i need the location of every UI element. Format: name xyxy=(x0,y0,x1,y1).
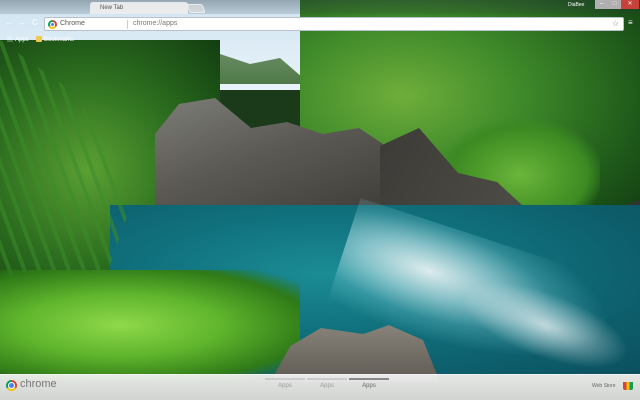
apps-grid-icon xyxy=(7,36,13,42)
forward-arrow-icon: → xyxy=(18,18,26,27)
address-bar[interactable]: Chrome chrome://apps ☆ xyxy=(44,17,624,31)
page-tab-1[interactable]: Apps xyxy=(265,383,305,389)
menu-button[interactable]: ≡ xyxy=(628,18,633,27)
chrome-logo-icon xyxy=(6,380,17,391)
bookmark-folder[interactable]: Bookmarks xyxy=(36,36,74,43)
page-indicator-1[interactable] xyxy=(265,378,305,380)
page-indicator-3[interactable] xyxy=(349,378,389,380)
reload-button[interactable]: C xyxy=(30,18,40,28)
address-scheme-label: Chrome xyxy=(60,20,85,27)
web-store-icon[interactable] xyxy=(623,382,633,390)
forward-button[interactable]: → xyxy=(17,18,27,28)
close-button[interactable]: ✕ xyxy=(621,0,639,9)
foreground-foliage xyxy=(0,270,300,380)
bookmark-star-icon[interactable]: ☆ xyxy=(612,19,619,28)
reload-icon: C xyxy=(32,18,38,27)
close-icon: ✕ xyxy=(627,1,633,7)
back-arrow-icon: ← xyxy=(5,18,13,27)
address-url-text[interactable]: chrome://apps xyxy=(133,20,177,27)
bookmark-folder-label: Bookmarks xyxy=(44,37,75,43)
back-button[interactable]: ← xyxy=(4,18,14,28)
web-store-link[interactable]: Web Store xyxy=(592,383,616,389)
new-tab-button[interactable] xyxy=(186,4,206,13)
background-wallpaper xyxy=(0,0,640,400)
address-separator xyxy=(127,20,128,29)
browser-tab[interactable]: New Tab xyxy=(90,2,188,14)
page-indicator-2[interactable] xyxy=(307,378,347,380)
maximize-button[interactable]: □ xyxy=(608,0,621,9)
page-tab-2[interactable]: Apps xyxy=(307,383,347,389)
tab-title: New Tab xyxy=(100,5,124,11)
hamburger-menu-icon: ≡ xyxy=(628,18,633,27)
chrome-wordmark: chrome xyxy=(20,378,57,390)
minimize-icon: – xyxy=(599,1,604,7)
minimize-button[interactable]: – xyxy=(595,0,608,9)
page-tab-3[interactable]: Apps xyxy=(349,383,389,389)
folder-icon xyxy=(36,36,42,42)
bookmark-apps-label: Apps xyxy=(15,37,29,43)
maximize-icon: □ xyxy=(612,1,617,7)
chrome-page-icon xyxy=(48,20,57,29)
bookmark-apps[interactable]: Apps xyxy=(7,36,29,43)
profile-name[interactable]: DiaBee xyxy=(568,2,584,8)
